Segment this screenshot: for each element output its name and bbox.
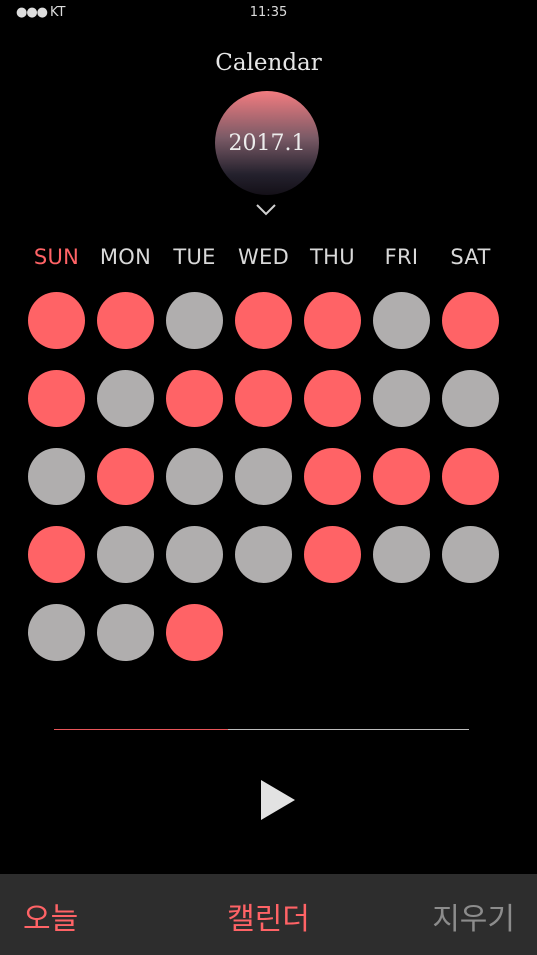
calendar-day-31[interactable] (166, 604, 223, 661)
calendar-day-9[interactable] (97, 370, 154, 427)
calendar-day-25[interactable] (235, 526, 292, 583)
progress-track[interactable] (54, 729, 469, 730)
calendar-day-1[interactable] (28, 292, 85, 349)
calendar-day-14[interactable] (442, 370, 499, 427)
weekday-sun: SUN (33, 245, 80, 269)
calendar-day-17[interactable] (166, 448, 223, 505)
weekday-wed: WED (237, 245, 290, 269)
calendar-grid (28, 292, 499, 661)
calendar-day-7[interactable] (442, 292, 499, 349)
calendar-day-27[interactable] (373, 526, 430, 583)
weekday-fri: FRI (384, 245, 419, 269)
calendar-day-8[interactable] (28, 370, 85, 427)
weekday-thu: THU (310, 245, 355, 269)
calendar-day-2[interactable] (97, 292, 154, 349)
calendar-day-26[interactable] (304, 526, 361, 583)
calendar-day-12[interactable] (304, 370, 361, 427)
calendar-day-23[interactable] (97, 526, 154, 583)
tab-clear[interactable]: 지우기 (432, 894, 515, 938)
bottom-tab-bar: 오늘 캘린더 지우기 (0, 874, 537, 955)
calendar-day-10[interactable] (166, 370, 223, 427)
calendar-day-3[interactable] (166, 292, 223, 349)
month-selector[interactable]: 2017.1 (215, 91, 319, 195)
weekday-header: SUN MON TUE WED THU FRI SAT (22, 245, 512, 269)
calendar-day-6[interactable] (373, 292, 430, 349)
weekday-sat: SAT (450, 245, 491, 269)
chevron-down-icon[interactable] (254, 201, 278, 217)
calendar-day-16[interactable] (97, 448, 154, 505)
calendar-day-13[interactable] (373, 370, 430, 427)
calendar-day-21[interactable] (442, 448, 499, 505)
calendar-day-19[interactable] (304, 448, 361, 505)
weekday-tue: TUE (173, 245, 216, 269)
calendar-day-15[interactable] (28, 448, 85, 505)
calendar-day-22[interactable] (28, 526, 85, 583)
status-bar: ●●● KT 11:35 (0, 0, 537, 28)
calendar-day-4[interactable] (235, 292, 292, 349)
calendar-day-30[interactable] (97, 604, 154, 661)
calendar-day-24[interactable] (166, 526, 223, 583)
calendar-day-11[interactable] (235, 370, 292, 427)
calendar-day-20[interactable] (373, 448, 430, 505)
calendar-day-18[interactable] (235, 448, 292, 505)
page-title: Calendar (215, 50, 322, 76)
status-time: 11:35 (249, 5, 288, 20)
month-label: 2017.1 (228, 130, 306, 156)
play-icon[interactable] (259, 778, 297, 822)
progress-fill (54, 729, 229, 730)
weekday-mon: MON (99, 245, 152, 269)
calendar-day-5[interactable] (304, 292, 361, 349)
calendar-day-29[interactable] (28, 604, 85, 661)
calendar-day-28[interactable] (442, 526, 499, 583)
